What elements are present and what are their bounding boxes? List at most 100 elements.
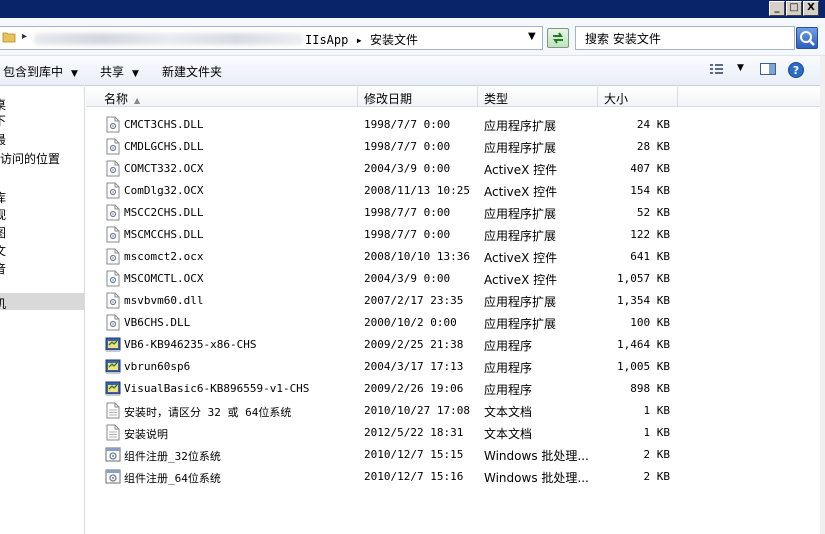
file-name: VB6-KB946235-x86-CHS [124, 338, 257, 351]
file-date: 1998/7/7 0:00 [364, 206, 451, 219]
nav-item-recent-places[interactable]: 访问的位置 [0, 150, 60, 167]
nav-item-documents[interactable]: 文 [0, 242, 6, 259]
minimize-button[interactable]: _ [769, 1, 785, 16]
file-row[interactable]: 组件注册_64位系统 2010/12/7 15:16 Windows 批处理... 2… [86, 466, 825, 488]
help-button[interactable]: ? [787, 61, 805, 82]
view-list-icon [710, 64, 723, 74]
nav-item-music[interactable]: 音 [0, 260, 6, 277]
file-size: 1,464 KB [617, 338, 670, 351]
dll-icon [105, 292, 121, 309]
file-type: ActiveX 控件 [484, 251, 558, 265]
file-size: 154 KB [630, 184, 670, 197]
nav-item-downloads[interactable]: 下 [0, 112, 6, 129]
column-name-label: 名称 [104, 92, 129, 106]
file-row[interactable]: COMCT332.OCX 2004/3/9 0:00 ActiveX 控件 407 K… [86, 158, 825, 180]
file-row[interactable]: 组件注册_32位系统 2010/12/7 15:15 Windows 批处理... 2… [86, 444, 825, 466]
nav-item-pictures[interactable]: 图 [0, 224, 6, 241]
file-size: 1 KB [643, 404, 671, 417]
include-in-library-button[interactable]: 包含到库中 ▼ [3, 63, 78, 80]
file-row[interactable]: CMDLGCHS.DLL 1998/7/7 0:00 应用程序扩展 28 KB [86, 136, 825, 158]
file-row[interactable]: MSCOMCTL.OCX 2004/3/9 0:00 ActiveX 控件 1,057… [86, 268, 825, 290]
file-date: 2009/2/25 21:38 [364, 338, 464, 351]
file-type: Windows 批处理... [484, 449, 589, 463]
include-in-library-label: 包含到库中 [3, 65, 64, 79]
file-date: 2009/2/26 19:06 [364, 382, 464, 395]
view-options-button[interactable] [708, 61, 726, 80]
chevron-right-icon[interactable]: ▸ [22, 31, 27, 42]
help-icon: ? [788, 62, 804, 78]
file-name: COMCT332.OCX [124, 162, 204, 175]
file-type: 应用程序 [484, 361, 533, 375]
file-type: 应用程序扩展 [484, 141, 557, 155]
dll-icon [105, 138, 121, 155]
nav-item-recent[interactable]: 最 [0, 131, 6, 148]
column-header-size[interactable]: 大小 [598, 87, 678, 107]
file-type: 应用程序扩展 [484, 295, 557, 309]
file-row[interactable]: VB6CHS.DLL 2000/10/2 0:00 应用程序扩展 100 KB [86, 312, 825, 334]
file-name: CMDLGCHS.DLL [124, 140, 204, 153]
file-row[interactable]: MSCMCCHS.DLL 1998/7/7 0:00 应用程序扩展 122 KB [86, 224, 825, 246]
maximize-button[interactable]: □ [786, 1, 802, 16]
file-type: 应用程序扩展 [484, 229, 557, 243]
column-size-label: 大小 [604, 92, 629, 106]
file-date: 1998/7/7 0:00 [364, 228, 451, 241]
ocx-icon [105, 248, 121, 265]
refresh-button[interactable] [547, 28, 569, 48]
file-date: 1998/7/7 0:00 [364, 140, 451, 153]
file-row[interactable]: VisualBasic6-KB896559-v1-CHS 2009/2/26 19… [86, 378, 825, 400]
search-button[interactable] [796, 27, 818, 49]
exe-icon [105, 336, 121, 353]
file-name: vbrun60sp6 [124, 360, 191, 373]
file-type: 应用程序扩展 [484, 119, 557, 133]
nav-item-computer[interactable]: 机 [0, 295, 6, 312]
share-button[interactable]: 共享 ▼ [100, 63, 139, 80]
address-row: ▸ IIsApp ▸ 安装文件 ▼ 搜索 安装文件 [0, 18, 825, 56]
exe-icon [105, 358, 121, 375]
file-date: 2004/3/17 17:13 [364, 360, 464, 373]
search-icon [800, 31, 815, 46]
file-row[interactable]: MSCC2CHS.DLL 1998/7/7 0:00 应用程序扩展 52 KB [86, 202, 825, 224]
file-date: 2000/10/2 0:00 [364, 316, 457, 329]
file-row[interactable]: vbrun60sp6 2004/3/17 17:13 应用程序 1,005 KB [86, 356, 825, 378]
column-header-name[interactable]: 名称 ▲ [98, 87, 358, 107]
new-folder-button[interactable]: 新建文件夹 [162, 63, 222, 80]
file-name: CMCT3CHS.DLL [124, 118, 204, 131]
file-size: 100 KB [630, 316, 670, 329]
svg-text:?: ? [793, 64, 799, 77]
file-row[interactable]: ComDlg32.OCX 2008/11/13 10:25 ActiveX 控件 15… [86, 180, 825, 202]
file-row[interactable]: 安装时，请区分 32 或 64位系统 2010/10/27 17:08 文本文档 1 … [86, 400, 825, 422]
txt-icon [105, 424, 121, 441]
search-placeholder: 搜索 安装文件 [585, 32, 661, 46]
file-type: ActiveX 控件 [484, 273, 558, 287]
file-size: 2 KB [643, 448, 671, 461]
chevron-down-icon[interactable]: ▼ [737, 63, 744, 73]
chevron-down-icon[interactable]: ▼ [528, 31, 536, 42]
file-row[interactable]: CMCT3CHS.DLL 1998/7/7 0:00 应用程序扩展 24 KB [86, 114, 825, 136]
file-type: Windows 批处理... [484, 471, 589, 485]
address-bar[interactable]: ▸ IIsApp ▸ 安装文件 ▼ [0, 26, 543, 50]
nav-item-videos[interactable]: 视 [0, 206, 6, 223]
nav-item-libraries[interactable]: 库 [0, 189, 6, 206]
close-button[interactable]: X [803, 1, 819, 16]
file-row[interactable]: msvbvm60.dll 2007/2/17 23:35 应用程序扩展 1,354 K… [86, 290, 825, 312]
column-header-date[interactable]: 修改日期 [358, 87, 478, 107]
blurred-path [34, 33, 304, 45]
file-size: 24 KB [636, 118, 670, 131]
file-size: 898 KB [630, 382, 670, 395]
search-input[interactable]: 搜索 安装文件 [575, 26, 795, 50]
bat-icon [105, 468, 121, 485]
file-date: 2008/10/10 13:36 [364, 250, 470, 263]
file-row[interactable]: mscomct2.ocx 2008/10/10 13:36 ActiveX 控件 64… [86, 246, 825, 268]
file-row[interactable]: VB6-KB946235-x86-CHS 2009/2/25 21:38 应用程序 1… [86, 334, 825, 356]
file-row[interactable]: 安装说明 2012/5/22 18:31 文本文档 1 KB [86, 422, 825, 444]
nav-item-desktop[interactable]: 桌 [0, 96, 6, 113]
file-size: 1 KB [643, 426, 671, 439]
preview-pane-button[interactable] [759, 61, 777, 80]
column-header-type[interactable]: 类型 [478, 87, 598, 107]
file-date: 2010/10/27 17:08 [364, 404, 470, 417]
file-date: 2004/3/9 0:00 [364, 162, 451, 175]
file-size: 1,005 KB [617, 360, 670, 373]
ocx-icon [105, 160, 121, 177]
file-size: 641 KB [630, 250, 670, 263]
column-date-label: 修改日期 [364, 92, 413, 106]
